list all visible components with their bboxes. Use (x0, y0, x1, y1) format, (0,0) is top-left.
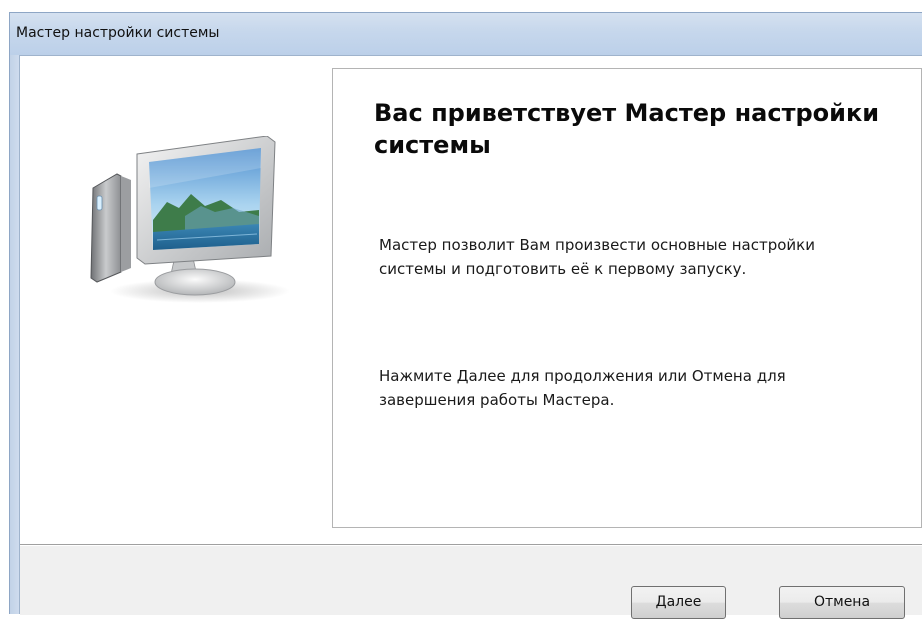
welcome-heading: Вас приветствует Мастер настройки систем… (374, 99, 880, 159)
window-title: Мастер настройки системы (16, 25, 220, 41)
title-bar[interactable]: Мастер настройки системы (9, 12, 922, 55)
cancel-button[interactable]: Отмена (779, 586, 905, 619)
wizard-client-area: Вас приветствует Мастер настройки систем… (19, 55, 922, 619)
welcome-panel: Вас приветствует Мастер настройки систем… (332, 68, 922, 528)
welcome-instructions: Нажмите Далее для продолжения или Отмена… (379, 367, 786, 409)
window-frame (9, 55, 19, 614)
computer-icon (90, 136, 290, 303)
button-bar: Далее Отмена (20, 544, 922, 619)
setup-wizard-window: Мастер настройки системы Вас приветствуе… (0, 0, 922, 619)
next-button[interactable]: Далее (631, 586, 726, 619)
welcome-description: Мастер позволит Вам произвести основные … (379, 236, 815, 278)
